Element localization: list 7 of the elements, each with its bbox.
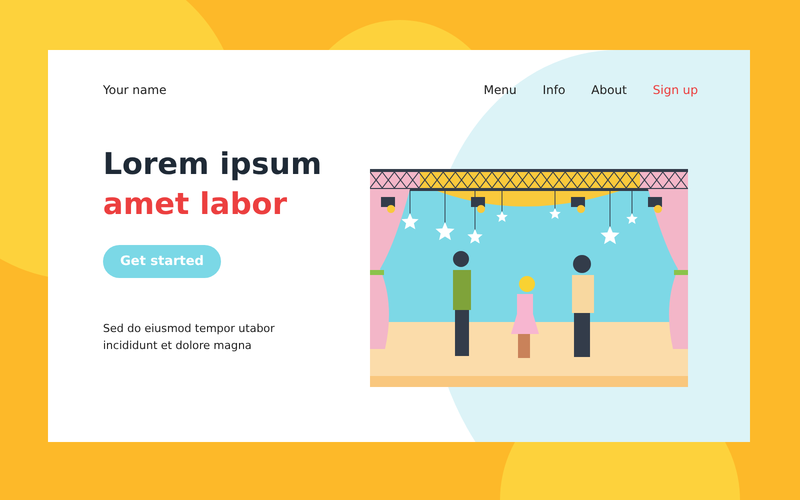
nav-link[interactable]: About: [591, 83, 627, 97]
headline-accent: amet labor: [103, 186, 288, 224]
description-text: Sed do eiusmod tempor utabor incididunt et dolore magna: [103, 321, 276, 354]
headline: Lorem ipsum: [103, 146, 322, 184]
brand-name: Your name: [103, 83, 166, 97]
nav-link[interactable]: Info: [542, 83, 566, 97]
nav-link[interactable]: Menu: [484, 83, 517, 97]
